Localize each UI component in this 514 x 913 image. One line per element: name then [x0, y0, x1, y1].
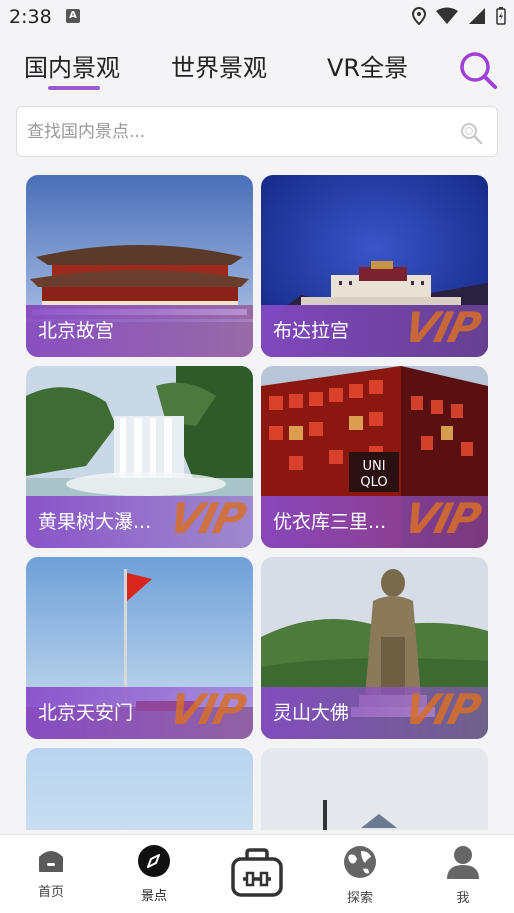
battery-icon: [496, 7, 506, 25]
attraction-card[interactable]: 布达拉宫 VIP: [261, 175, 488, 357]
vip-badge: VIP: [399, 494, 485, 543]
vip-badge: VIP: [164, 685, 250, 734]
card-title: 北京故宫: [38, 320, 115, 342]
globe-icon: [344, 846, 376, 878]
signal-icon: [469, 8, 485, 24]
nav-profile[interactable]: 我: [428, 845, 498, 906]
svg-text:QLO: QLO: [360, 475, 387, 490]
vip-badge: VIP: [399, 303, 485, 352]
category-tabs: 国内景观 世界景观 VR全景: [0, 34, 514, 98]
card-title: 优衣库三里...: [273, 511, 387, 533]
toolbox-icon[interactable]: [229, 847, 285, 899]
tab-domestic[interactable]: 国内景观: [24, 48, 120, 83]
search-icon[interactable]: [458, 50, 498, 90]
nav-attractions-label: 景点: [140, 889, 167, 904]
card-title: 布达拉宫: [273, 320, 350, 342]
attraction-card[interactable]: [261, 748, 488, 830]
attraction-card[interactable]: 灵山大佛 VIP: [261, 557, 488, 739]
compass-icon: [138, 845, 170, 877]
bottom-navigation: 首页 景点 探索 我: [0, 834, 514, 913]
nav-home-label: 首页: [37, 885, 64, 900]
card-title: 北京天安门: [38, 702, 134, 724]
attraction-card[interactable]: UNI QLO 优衣库三里... VIP: [261, 366, 488, 548]
accessibility-notification-icon: A: [66, 9, 80, 23]
nav-home[interactable]: 首页: [16, 845, 86, 900]
home-icon: [39, 851, 63, 872]
status-bar: 2:38 A: [0, 0, 514, 34]
card-title: 灵山大佛: [273, 702, 350, 724]
nav-explore-label: 探索: [346, 891, 373, 906]
sky-image: [26, 748, 253, 830]
vip-badge: VIP: [164, 494, 250, 543]
nav-attractions[interactable]: 景点: [119, 845, 189, 904]
nav-explore[interactable]: 探索: [325, 845, 395, 906]
card-title: 黄果树大瀑...: [38, 511, 152, 533]
attraction-card[interactable]: 黄果树大瀑... VIP: [26, 366, 253, 548]
vip-badge: VIP: [399, 685, 485, 734]
active-tab-indicator: [48, 86, 100, 90]
user-icon: [447, 846, 479, 879]
attraction-card[interactable]: 北京天安门 VIP: [26, 557, 253, 739]
search-input[interactable]: [27, 107, 457, 156]
landmark-image: [261, 748, 488, 830]
search-field: [16, 106, 498, 157]
tab-world[interactable]: 世界景观: [171, 48, 267, 83]
attraction-grid: 北京故宫 布达拉宫 VIP 黄果树大瀑... VIP UNI QLO 优衣库三里…: [26, 175, 489, 830]
location-icon: [412, 7, 426, 25]
attraction-card[interactable]: [26, 748, 253, 830]
status-time: 2:38: [9, 6, 52, 28]
tab-vr[interactable]: VR全景: [327, 48, 408, 83]
svg-text:UNI: UNI: [362, 459, 385, 474]
magnifier-icon[interactable]: [459, 121, 483, 145]
status-icons: [412, 7, 506, 25]
attraction-card[interactable]: 北京故宫: [26, 175, 253, 357]
nav-profile-label: 我: [456, 891, 470, 906]
wifi-icon: [436, 7, 458, 24]
